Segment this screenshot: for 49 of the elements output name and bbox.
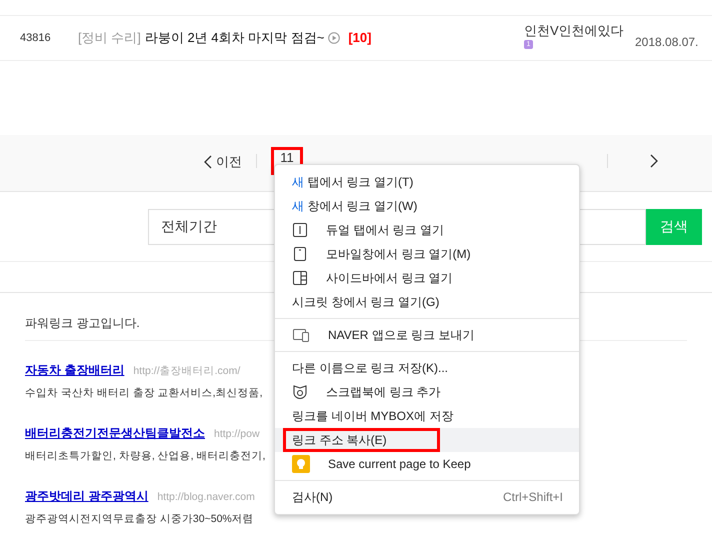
ad-url: http://blog.naver.com [157, 490, 255, 505]
menu-item-label: 모바일창에서 링크 열기(M) [326, 246, 471, 263]
split-view-icon [292, 222, 308, 238]
menu-item-label: 시크릿 창에서 링크 열기(G) [292, 294, 440, 311]
phone-icon [292, 246, 308, 262]
menu-item-label: 새 창에서 링크 열기(W) [292, 198, 418, 215]
menu-item[interactable]: 스크랩북에 링크 추가 [275, 380, 579, 404]
menu-item[interactable]: 검사(N) Ctrl+Shift+I [275, 485, 579, 509]
menu-item-label: 새 탭에서 링크 열기(T) [292, 174, 414, 191]
menu-item-label: 검사(N) [292, 489, 333, 506]
ad-description: 수입차 국산차 배터리 출장 교환서비스,최신정품, [25, 386, 263, 401]
devices-icon [292, 327, 310, 343]
menu-item-label: 듀얼 탭에서 링크 열기 [326, 222, 444, 239]
menu-item-label: 링크를 네이버 MYBOX에 저장 [292, 408, 454, 425]
menu-item[interactable]: 링크를 네이버 MYBOX에 저장 [275, 404, 579, 428]
menu-item[interactable]: 다른 이름으로 링크 저장(K)... [275, 356, 579, 380]
ad-description: 배터리초특가할인, 차량용, 산업용, 배터리충전기, [25, 448, 266, 464]
play-circle-icon [328, 32, 340, 44]
shield-icon [292, 384, 308, 400]
post-number: 43816 [20, 30, 52, 46]
ad-title-link[interactable]: 자동차 출장배터리 [25, 361, 124, 379]
menu-item[interactable]: 사이드바에서 링크 열기 [275, 266, 579, 290]
menu-item[interactable]: Save current page to Keep [275, 452, 579, 476]
post-title[interactable]: 라붕이 2년 4회차 마지막 점검~ [144, 28, 324, 48]
ad-title-link[interactable]: 배터리충전기전문생산팀클발전소 [25, 424, 205, 442]
ad-title-link[interactable]: 광주밧데리 광주광역시 [25, 487, 148, 505]
chevron-right-icon[interactable] [650, 154, 658, 168]
previous-page-link[interactable]: 이전 [200, 152, 246, 172]
ad-url: http://출장배터리.com/ [133, 364, 240, 379]
menu-item-label: 사이드바에서 링크 열기 [326, 270, 453, 287]
ad-url: http://pow [214, 427, 260, 442]
chevron-left-icon [204, 154, 212, 169]
ad-heading: 파워링크 광고입니다. [25, 315, 140, 332]
comment-count[interactable]: [10] [348, 28, 372, 48]
menu-item-label: 다른 이름으로 링크 저장(K)... [292, 360, 448, 377]
menu-item[interactable]: 모바일창에서 링크 열기(M) [275, 242, 579, 266]
menu-item[interactable]: 시크릿 창에서 링크 열기(G) [275, 290, 579, 314]
shortcut-text: Ctrl+Shift+I [502, 489, 563, 506]
post-date: 2018.08.07. [635, 34, 698, 51]
menu-item-label: 링크 주소 복사(E) [283, 428, 440, 452]
lightbulb-icon [292, 455, 310, 473]
sidebar-icon [292, 270, 308, 286]
menu-item-label: NAVER 앱으로 링크 보내기 [328, 327, 474, 344]
menu-item-label: Save current page to Keep [328, 456, 471, 473]
author-name[interactable]: 인천V인천에있다 [524, 20, 635, 40]
ad-description: 광주광역시전지역무료출장 시중가30~50%저렴 [25, 512, 254, 527]
menu-item[interactable]: NAVER 앱으로 링크 보내기 [275, 323, 579, 347]
menu-item-label: 스크랩북에 링크 추가 [326, 384, 441, 401]
menu-item[interactable]: 링크 주소 복사(E) [275, 428, 579, 452]
